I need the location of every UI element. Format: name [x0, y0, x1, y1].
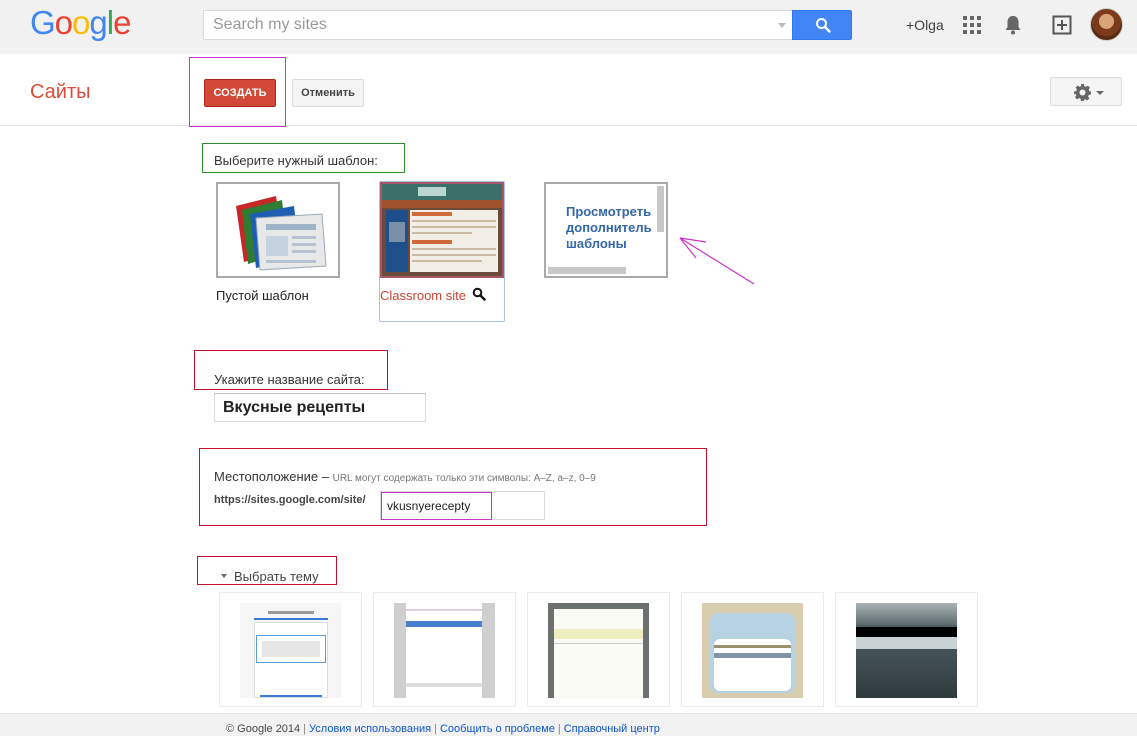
theme-card[interactable]	[835, 592, 978, 707]
theme-card[interactable]	[373, 592, 516, 707]
theme-card[interactable]	[219, 592, 362, 707]
theme-toggle[interactable]: Выбрать тему	[234, 569, 319, 584]
cancel-button[interactable]: Отменить	[292, 79, 364, 107]
horizontal-scrollbar[interactable]	[548, 267, 626, 274]
search-input[interactable]	[204, 11, 764, 39]
logo-letter: G	[30, 4, 56, 41]
header-divider	[0, 125, 1137, 126]
template-classroom-label[interactable]: Classroom site	[380, 288, 466, 303]
share-plus-icon[interactable]	[1052, 15, 1072, 40]
theme-preview-image	[856, 603, 957, 698]
annotation-arrow	[679, 237, 755, 285]
report-problem-link[interactable]: Сообщить о проблеме	[440, 723, 555, 735]
classroom-preview-image	[382, 184, 502, 276]
google-logo[interactable]: Google	[30, 4, 131, 42]
site-name-field[interactable]	[214, 393, 426, 422]
caret-down-icon[interactable]	[221, 574, 227, 578]
site-url-field[interactable]	[380, 491, 545, 520]
template-blank-thumb[interactable]	[216, 182, 340, 278]
help-center-link[interactable]: Справочный центр	[564, 723, 660, 735]
apps-grid-icon[interactable]	[963, 16, 981, 34]
theme-preview-image	[394, 603, 495, 698]
search-box	[203, 10, 793, 40]
theme-card[interactable]	[681, 592, 824, 707]
more-templates-line: шаблоны	[566, 236, 627, 251]
user-link[interactable]: +Olga	[906, 17, 944, 33]
location-hint: URL могут содержать только эти символы: …	[332, 473, 596, 484]
search-icon	[816, 18, 831, 33]
footer-links: © Google 2014 | Условия использования | Сооб…	[226, 723, 660, 735]
notifications-bell-icon[interactable]	[1004, 15, 1022, 40]
more-templates-line: дополнитель	[566, 220, 652, 235]
theme-card[interactable]	[527, 592, 670, 707]
page-title: Сайты	[30, 81, 91, 103]
site-name-label: Укажите название сайта:	[214, 372, 365, 387]
url-prefix: https://sites.google.com/site/	[214, 494, 366, 506]
gear-icon	[1074, 84, 1091, 101]
template-more-thumb[interactable]: Просмотреть дополнитель шаблоны	[544, 182, 668, 278]
settings-button[interactable]	[1050, 77, 1122, 106]
footer: © Google 2014 | Условия использования | Сооб…	[0, 713, 1137, 736]
template-classroom-thumb[interactable]	[380, 182, 504, 278]
avatar[interactable]	[1090, 8, 1123, 41]
theme-preview-image	[702, 603, 803, 698]
template-blank-label[interactable]: Пустой шаблон	[216, 288, 309, 303]
terms-link[interactable]: Условия использования	[309, 723, 431, 735]
chevron-down-icon	[1096, 91, 1104, 95]
templates-heading: Выберите нужный шаблон:	[214, 153, 378, 168]
more-templates-link[interactable]: Просмотреть дополнитель шаблоны	[566, 204, 666, 252]
location-label-text: Местоположение –	[214, 469, 329, 484]
top-bar: Google +Olga	[0, 0, 1137, 54]
location-label: Местоположение – URL могут содержать тол…	[214, 469, 596, 484]
vertical-scrollbar[interactable]	[657, 186, 664, 232]
logo-letter: g	[89, 4, 107, 41]
logo-letter: o	[72, 4, 90, 41]
search-dropdown-icon[interactable]	[778, 23, 786, 28]
logo-letter: e	[113, 4, 131, 41]
more-templates-line: Просмотреть	[566, 204, 652, 219]
logo-letter: o	[54, 4, 73, 41]
blank-template-icon	[236, 196, 327, 271]
theme-preview-image	[240, 603, 341, 698]
theme-preview-image	[548, 603, 649, 698]
copyright: © Google 2014	[226, 723, 301, 735]
magnifier-icon[interactable]	[472, 287, 486, 306]
search-button[interactable]	[792, 10, 852, 40]
create-button[interactable]: СОЗДАТЬ	[204, 79, 276, 107]
